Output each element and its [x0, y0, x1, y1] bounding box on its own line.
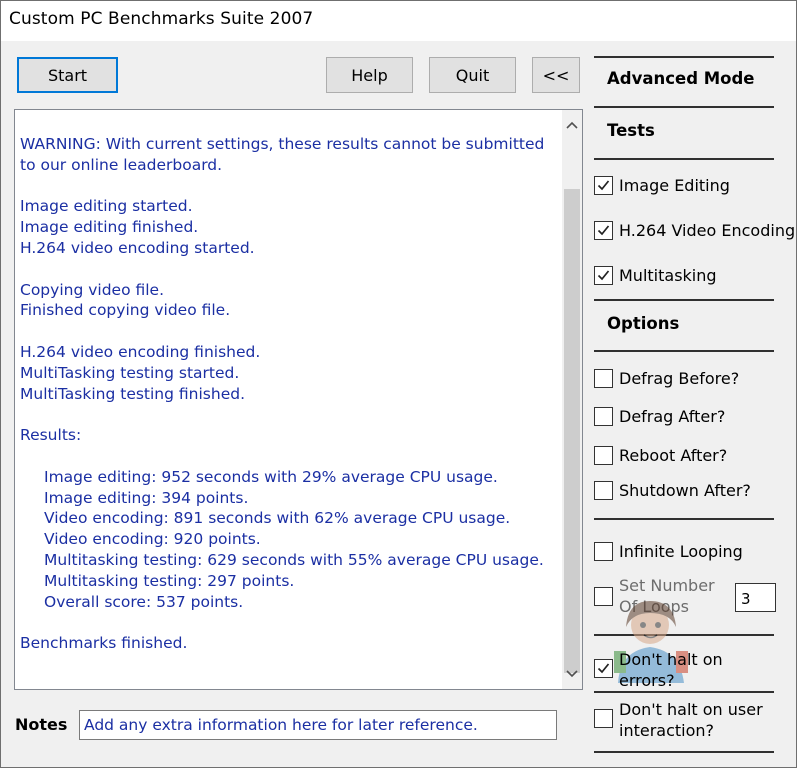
- divider: [594, 751, 774, 753]
- divider: [594, 106, 774, 108]
- mode-title: Advanced Mode: [607, 69, 755, 88]
- check-icon: [597, 180, 610, 191]
- reboot-after-label: Reboot After?: [619, 446, 728, 465]
- notes-label: Notes: [15, 715, 68, 734]
- log-line: Copying video file.: [20, 280, 165, 299]
- dont-halt-errors-checkbox[interactable]: [594, 659, 613, 678]
- log-line: WARNING: With current settings, these re…: [20, 135, 545, 153]
- log-line: Overall score: 537 points.: [44, 592, 244, 611]
- divider: [594, 56, 774, 58]
- shutdown-after-checkbox[interactable]: [594, 481, 613, 500]
- dont-halt-user-checkbox[interactable]: [594, 709, 613, 728]
- divider: [594, 691, 774, 693]
- loops-count-input[interactable]: 3: [735, 583, 776, 612]
- log-line: Finished copying video file.: [20, 301, 231, 320]
- video-encoding-checkbox[interactable]: [594, 221, 613, 240]
- divider: [594, 299, 774, 301]
- log-line: MultiTasking testing started.: [20, 363, 240, 382]
- log-line: H.264 video encoding started.: [20, 238, 255, 257]
- log-line: Multitasking testing: 297 points.: [44, 571, 295, 590]
- log-line: Video encoding: 920 points.: [44, 530, 261, 549]
- divider: [594, 518, 774, 520]
- app-window: Custom PC Benchmarks Suite 2007 Start He…: [0, 0, 797, 768]
- divider: [594, 350, 774, 352]
- dont-halt-user-label: Don't halt on user interaction?: [619, 700, 763, 740]
- notes-input[interactable]: Add any extra information here for later…: [79, 710, 557, 740]
- scroll-down-icon[interactable]: [562, 663, 582, 685]
- defrag-before-checkbox[interactable]: [594, 369, 613, 388]
- dont-halt-errors-label: Don't halt on errors?: [619, 650, 723, 690]
- log-line: to our online leaderboard.: [20, 155, 223, 174]
- options-header: Options: [607, 314, 680, 333]
- log-line: Video encoding: 891 seconds with 62% ave…: [44, 509, 511, 528]
- reboot-after-checkbox[interactable]: [594, 446, 613, 465]
- scroll-up-icon[interactable]: [562, 114, 582, 136]
- help-button[interactable]: Help: [326, 57, 413, 93]
- infinite-looping-label: Infinite Looping: [619, 542, 743, 561]
- defrag-after-checkbox[interactable]: [594, 407, 613, 426]
- infinite-looping-checkbox[interactable]: [594, 542, 613, 561]
- defrag-after-label: Defrag After?: [619, 407, 726, 426]
- image-editing-label: Image Editing: [619, 176, 730, 195]
- image-editing-checkbox[interactable]: [594, 176, 613, 195]
- log-line: Image editing finished.: [20, 218, 199, 237]
- log-scrollbar[interactable]: [562, 110, 582, 689]
- scroll-thumb[interactable]: [564, 189, 580, 673]
- log-line: H.264 video encoding finished.: [20, 342, 261, 361]
- log-line: Image editing: 952 seconds with 29% aver…: [44, 467, 498, 486]
- multitasking-label: Multitasking: [619, 266, 717, 285]
- divider: [594, 158, 774, 160]
- shutdown-after-label: Shutdown After?: [619, 481, 751, 500]
- check-icon: [597, 225, 610, 236]
- log-line: Results:: [20, 426, 82, 445]
- log-line: Image editing started.: [20, 197, 193, 216]
- window-title: Custom PC Benchmarks Suite 2007: [9, 9, 314, 29]
- collapse-button[interactable]: <<: [532, 57, 580, 93]
- log-line: Multitasking testing: 629 seconds with 5…: [44, 550, 544, 569]
- video-encoding-label: H.264 Video Encoding: [619, 221, 796, 240]
- check-icon: [597, 270, 610, 281]
- log-line: MultiTasking testing finished.: [20, 384, 245, 403]
- check-icon: [597, 663, 610, 674]
- log-line: Image editing: 394 points.: [44, 488, 249, 507]
- title-bar: Custom PC Benchmarks Suite 2007: [1, 1, 796, 41]
- tests-header: Tests: [607, 121, 655, 140]
- quit-button[interactable]: Quit: [429, 57, 516, 93]
- log-lines: WARNING: With current settings, these re…: [20, 134, 550, 654]
- multitasking-checkbox[interactable]: [594, 266, 613, 285]
- defrag-before-label: Defrag Before?: [619, 369, 740, 388]
- log-output[interactable]: WARNING: With current settings, these re…: [14, 109, 583, 690]
- start-button[interactable]: Start: [17, 57, 118, 93]
- log-line: Benchmarks finished.: [20, 634, 188, 653]
